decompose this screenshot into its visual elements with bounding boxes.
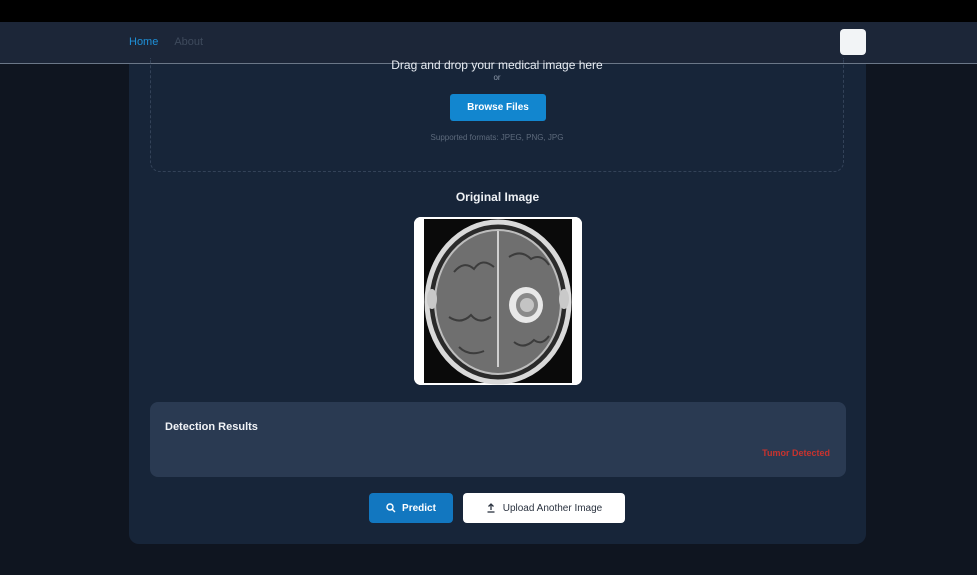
original-image-title: Original Image — [455, 190, 540, 204]
predict-button-label: Predict — [402, 502, 436, 514]
top-black-bar — [0, 0, 977, 22]
tumor-status-text: Tumor Detected — [762, 448, 830, 458]
nav-home-link[interactable]: Home — [129, 36, 158, 48]
dropzone-title: Drag and drop your medical image here — [391, 58, 603, 72]
supported-formats-text: Supported formats: JPEG, PNG, JPG — [430, 133, 564, 142]
detection-results-title: Detection Results — [165, 421, 258, 433]
browse-files-button[interactable]: Browse Files — [450, 94, 546, 121]
upload-button-label: Upload Another Image — [502, 502, 603, 514]
search-icon — [386, 503, 396, 513]
upload-dropzone[interactable]: Drag and drop your medical image here or… — [150, 58, 844, 172]
brain-mri-image — [414, 217, 582, 385]
main-card: Drag and drop your medical image here or… — [129, 58, 866, 544]
nav-links: Home About — [129, 36, 203, 48]
upload-another-image-button[interactable]: Upload Another Image — [463, 493, 625, 523]
brain-mri-graphic — [414, 217, 582, 385]
detection-results-card: Detection Results Tumor Detected — [150, 402, 846, 477]
dropzone-or-text: or — [493, 73, 501, 82]
predict-button[interactable]: Predict — [369, 493, 453, 523]
nav-about-link[interactable]: About — [174, 36, 203, 48]
menu-toggle-button[interactable] — [840, 29, 866, 55]
upload-icon — [486, 503, 496, 513]
